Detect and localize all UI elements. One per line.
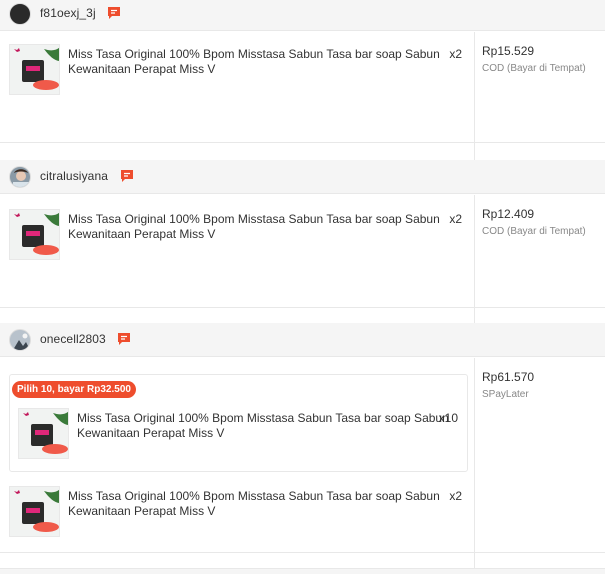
order-total: Rp15.529 (482, 44, 535, 58)
chat-icon[interactable] (119, 168, 135, 184)
buyer-avatar[interactable] (9, 3, 31, 25)
product-thumbnail[interactable] (18, 408, 69, 459)
order-header (0, 568, 605, 574)
order-item[interactable]: Miss Tasa Original 100% Bpom Misstasa Sa… (18, 408, 463, 464)
item-quantity: x2 (449, 489, 462, 503)
order-card: onecell2803 Pilih 10, bayar Rp32.500 Mis… (0, 323, 605, 574)
payment-column: Rp12.409 COD (Bayar di Tempat) (474, 195, 605, 342)
order-card: citralusiyana Miss Tasa Original 100% Bp… (0, 160, 605, 342)
buyer-username[interactable]: onecell2803 (40, 332, 106, 346)
payment-method: COD (Bayar di Tempat) (482, 226, 586, 237)
order-item[interactable]: Miss Tasa Original 100% Bpom Misstasa Sa… (9, 486, 469, 542)
product-thumbnail[interactable] (9, 209, 60, 260)
order-header: citralusiyana (0, 160, 605, 194)
chat-icon[interactable] (106, 5, 122, 21)
product-name[interactable]: Miss Tasa Original 100% Bpom Misstasa Sa… (68, 47, 443, 77)
payment-column: Rp15.529 COD (Bayar di Tempat) (474, 32, 605, 177)
product-name[interactable]: Miss Tasa Original 100% Bpom Misstasa Sa… (68, 212, 443, 242)
order-total: Rp12.409 (482, 207, 535, 221)
product-thumbnail[interactable] (9, 44, 60, 95)
order-header: f81oexj_3j (0, 0, 605, 31)
product-thumbnail[interactable] (9, 486, 60, 537)
order-item[interactable]: Miss Tasa Original 100% Bpom Misstasa Sa… (9, 44, 469, 100)
buyer-username[interactable]: f81oexj_3j (40, 6, 96, 20)
buyer-avatar[interactable] (9, 329, 31, 351)
payment-method: COD (Bayar di Tempat) (482, 63, 586, 74)
item-quantity: x2 (449, 212, 462, 226)
item-quantity: x10 (438, 411, 458, 425)
payment-method: SPayLater (482, 389, 529, 400)
item-quantity: x2 (449, 47, 462, 61)
buyer-username[interactable]: citralusiyana (40, 169, 108, 183)
bundle-deal-group: Pilih 10, bayar Rp32.500 Miss Tasa Origi… (9, 374, 468, 472)
bundle-deal-badge: Pilih 10, bayar Rp32.500 (12, 381, 136, 398)
order-card: f81oexj_3j Miss Tasa Original 100% Bpom … (0, 0, 605, 177)
order-item[interactable]: Miss Tasa Original 100% Bpom Misstasa Sa… (9, 209, 469, 265)
buyer-avatar[interactable] (9, 166, 31, 188)
payment-column: Rp61.570 SPayLater (474, 358, 605, 574)
chat-icon[interactable] (116, 331, 132, 347)
product-name[interactable]: Miss Tasa Original 100% Bpom Misstasa Sa… (68, 489, 443, 519)
product-name[interactable]: Miss Tasa Original 100% Bpom Misstasa Sa… (77, 411, 452, 441)
order-header: onecell2803 (0, 323, 605, 357)
order-total: Rp61.570 (482, 370, 535, 384)
